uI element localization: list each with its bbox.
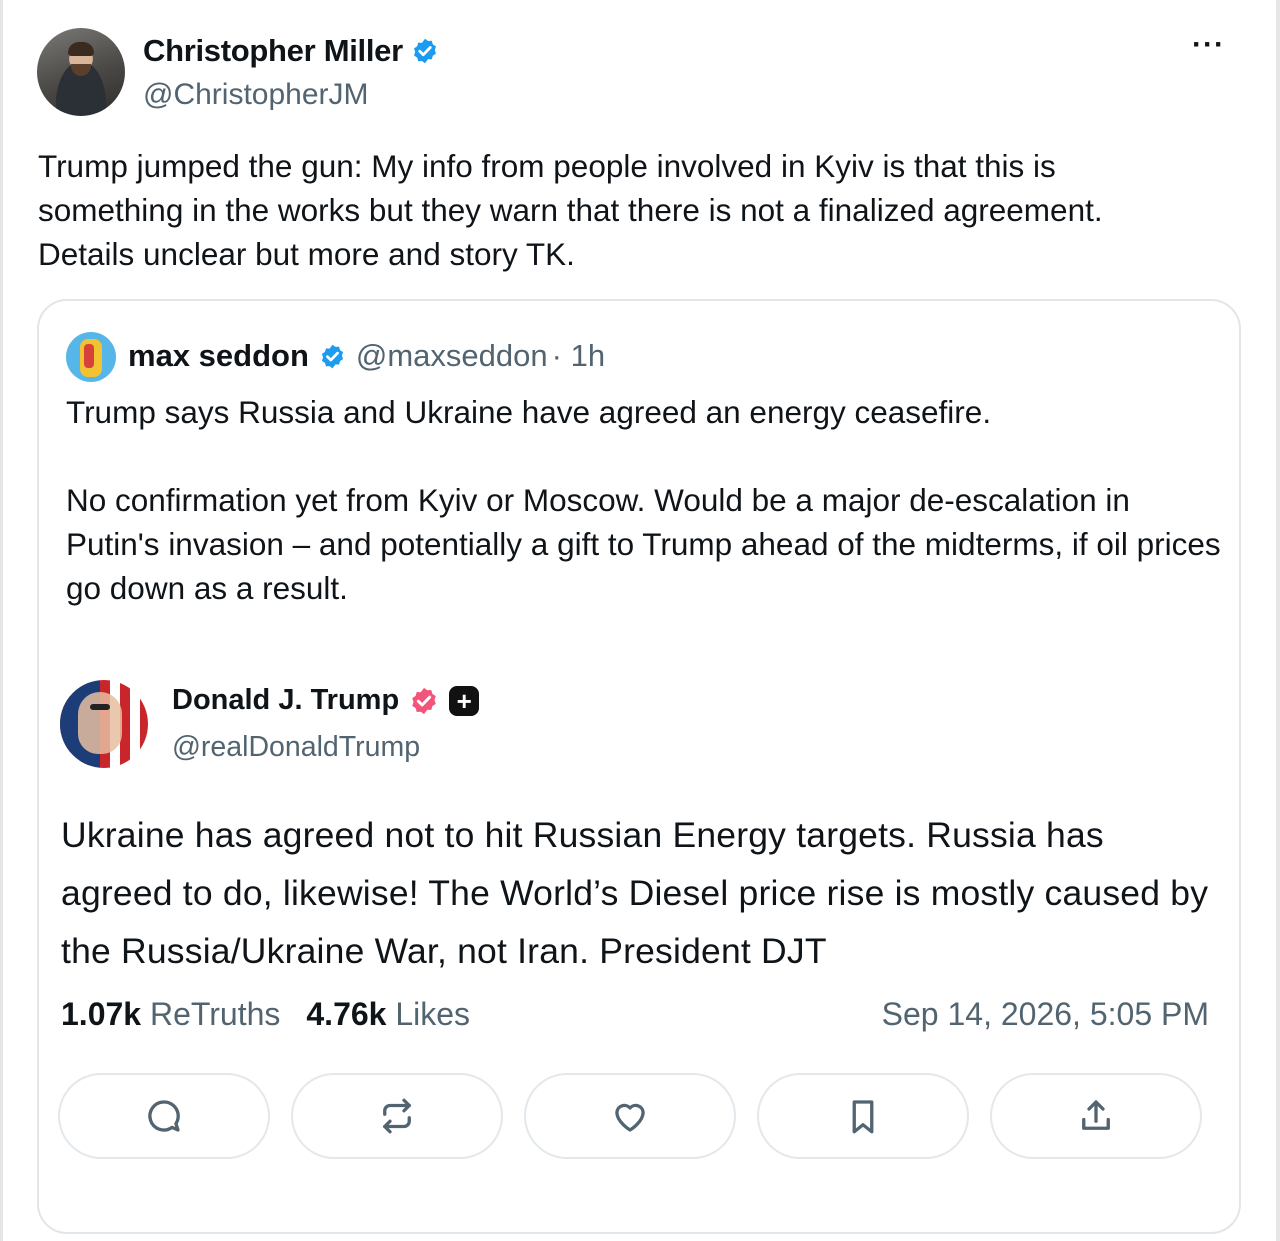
retruth-button[interactable] [291, 1073, 503, 1159]
embedded-author-name[interactable]: Donald J. Trump [172, 684, 399, 717]
author-avatar[interactable] [37, 28, 125, 116]
quote-text: Trump says Russia and Ukraine have agree… [66, 390, 1226, 654]
author-name-row[interactable]: Christopher Miller [143, 33, 439, 69]
embedded-author-handle[interactable]: @realDonaldTrump [172, 731, 420, 764]
engagement-stats: 1.07k ReTruths 4.76k Likes [61, 996, 470, 1033]
retruths-label: ReTruths [149, 996, 281, 1032]
verified-badge-icon [321, 344, 343, 368]
author-handle[interactable]: @ChristopherJM [143, 78, 369, 112]
bookmark-icon [852, 1100, 874, 1134]
embedded-post-text: Ukraine has agreed not to hit Russian En… [61, 815, 1209, 971]
author-name[interactable]: Christopher Miller [143, 33, 403, 69]
reply-icon [148, 1100, 180, 1132]
quote-header: max seddon @maxseddon · 1h [128, 334, 605, 378]
like-icon [615, 1103, 645, 1132]
post-text: Trump jumped the gun: My info from peopl… [38, 144, 1238, 276]
quote-author-name[interactable]: max seddon [128, 338, 309, 374]
reply-button[interactable] [58, 1073, 270, 1159]
action-bar [58, 1073, 1202, 1159]
plus-badge-icon: + [449, 685, 480, 716]
like-button[interactable] [524, 1073, 736, 1159]
post-text-line: Trump jumped the gun: My info from peopl… [38, 148, 1056, 184]
likes-label: Likes [395, 996, 471, 1032]
post-timestamp: Sep 14, 2026, 5:05 PM [881, 996, 1209, 1032]
likes-count: 4.76k [306, 996, 387, 1032]
likes-stat[interactable]: 4.76k Likes [306, 996, 470, 1033]
quote-time: · 1h [551, 338, 606, 373]
retruths-count: 1.07k [61, 996, 142, 1032]
verified-badge-icon [413, 38, 436, 64]
quote-author-avatar[interactable] [66, 332, 116, 382]
verified-badge-icon [412, 687, 436, 714]
share-icon [1082, 1100, 1110, 1130]
embedded-author-avatar[interactable] [60, 680, 148, 768]
post-text-line: Details unclear but more and story TK. [38, 236, 575, 272]
post-text-line: something in the works but they warn tha… [38, 192, 1103, 228]
more-options-icon[interactable]: ··· [1192, 30, 1228, 60]
retruth-icon [383, 1098, 411, 1134]
bookmark-button[interactable] [757, 1073, 969, 1159]
left-frame-border [0, 0, 3, 1241]
right-frame-border [1276, 0, 1280, 1241]
share-button[interactable] [990, 1073, 1202, 1159]
retruths-stat[interactable]: 1.07k ReTruths [61, 996, 280, 1033]
embedded-author-name-row: Donald J. Trump + [172, 684, 480, 717]
quote-paragraph: Trump says Russia and Ukraine have agree… [66, 394, 992, 430]
quote-paragraph: No confirmation yet from Kyiv or Moscow.… [66, 482, 1221, 606]
quote-author-handle[interactable]: @maxseddon [356, 338, 548, 374]
